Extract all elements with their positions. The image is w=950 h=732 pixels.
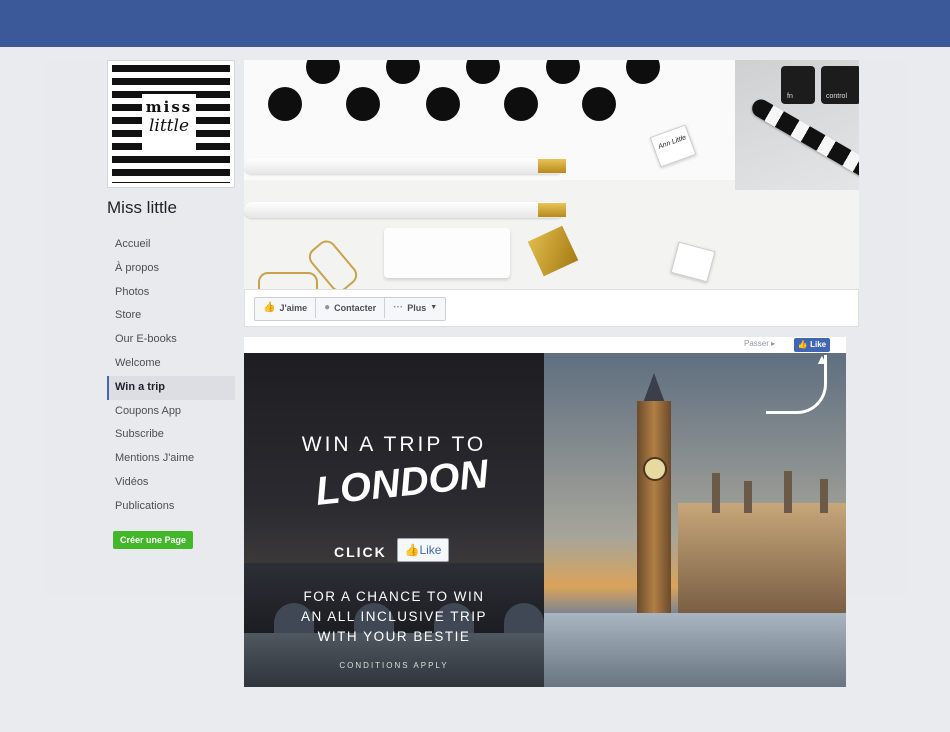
parliament-building [678,503,846,613]
nav-item-ebooks[interactable]: Our E-books [107,328,235,352]
river-right [544,613,846,687]
nav-item-photos[interactable]: Photos [107,281,235,305]
create-page-button[interactable]: Créer une Page [113,531,193,549]
binder-clip-text: Ann Little [657,134,688,151]
skip-link[interactable]: Passer ▸ [744,339,775,348]
like-button-small[interactable]: 👍 Like [794,338,830,352]
promo-header: Passer ▸ 👍 Like [244,337,846,353]
like-button-small-label: Like [810,340,827,349]
polka-dot [426,87,460,121]
facebook-top-bar [0,0,950,47]
like-button-large[interactable]: 👍Like [397,538,449,562]
page-nav: Accueil À propos Photos Store Our E-book… [107,233,235,519]
promo-body: FOR A CHANCE TO WIN AN ALL INCLUSIVE TRI… [244,587,544,647]
contact-label: Contacter [334,303,377,313]
nav-item-publications[interactable]: Publications [107,495,235,519]
chevron-down-icon: ▼ [430,304,438,311]
polka-dot [582,87,616,121]
laptop-key: control [821,66,859,104]
binder-clip [670,241,716,283]
nav-item-coupons[interactable]: Coupons App [107,400,235,424]
nav-item-welcome[interactable]: Welcome [107,352,235,376]
key-label-control: control [826,93,848,100]
nav-item-win-a-trip[interactable]: Win a trip [107,375,235,400]
messenger-icon: ● [324,302,331,313]
key-label-fn: fn [787,93,793,100]
big-ben-tower [637,401,671,613]
cover-photo[interactable]: fn control Ann Little [244,60,859,289]
parliament-spire [784,471,792,513]
polka-dot [504,87,538,121]
logo-text-miss: miss [145,98,193,116]
polka-dot [386,60,420,84]
nav-item-videos[interactable]: Vidéos [107,471,235,495]
promo-conditions: CONDITIONS APPLY [339,661,449,670]
like-page-button[interactable]: 👍 J'aime [255,298,317,318]
pencil-ferrule [538,159,566,173]
arrow-head-icon: ▲ [815,353,829,367]
thumbs-up-icon: 👍 [797,340,808,349]
thumbs-up-icon: 👍 [263,302,276,313]
pencil-ferrule [538,203,566,217]
promo-body-line: FOR A CHANCE TO WIN [303,589,485,604]
polka-dot [546,60,580,84]
polka-dot [466,60,500,84]
parliament-spire [820,479,828,513]
more-dots-icon: ··· [393,302,404,313]
polka-dot [626,60,660,84]
nav-item-mentions[interactable]: Mentions J'aime [107,447,235,471]
promo-click-text: CLICK [334,544,387,560]
like-page-label: J'aime [279,303,308,313]
parliament-spire [712,473,720,513]
like-button-large-label: Like [419,543,442,557]
promo-body-line: AN ALL INCLUSIVE TRIP [300,609,488,624]
pencil [244,202,564,218]
big-ben-clock [643,457,667,481]
pencil-sharpener [527,225,579,277]
paper-clip [258,272,318,289]
promo-left-panel: WIN A TRIP TO LONDON CLICK 👍Like FOR A C… [244,353,544,687]
page-title[interactable]: Miss little [107,198,177,218]
pencil [244,158,564,174]
promo-body-line: WITH YOUR BESTIE [317,629,471,644]
nav-item-a-propos[interactable]: À propos [107,257,235,281]
polka-dot [346,87,380,121]
polka-dot [268,87,302,121]
nav-item-accueil[interactable]: Accueil [107,233,235,257]
more-button[interactable]: ··· Plus ▼ [385,298,445,318]
contact-button[interactable]: ● Contacter [316,298,386,318]
action-buttons: 👍 J'aime ● Contacter ··· Plus ▼ [254,297,447,321]
polka-dot [306,60,340,84]
logo-text-little: little [148,116,190,136]
eraser [384,228,510,278]
more-label: Plus [407,303,427,313]
page-action-bar: 👍 J'aime ● Contacter ··· Plus ▼ [244,289,859,327]
promo-right-panel: ▲ [544,353,846,687]
profile-picture[interactable]: miss little [107,60,235,188]
nav-item-subscribe[interactable]: Subscribe [107,423,235,447]
win-a-trip-promo: Passer ▸ 👍 Like WIN A TRIP TO LONDON CLI… [244,337,846,687]
logo-card: miss little [142,94,196,154]
laptop-key: fn [781,66,815,104]
big-ben-spire [643,373,665,403]
nav-item-store[interactable]: Store [107,304,235,328]
parliament-spire [744,481,752,513]
thumbs-up-icon: 👍 [404,543,420,557]
